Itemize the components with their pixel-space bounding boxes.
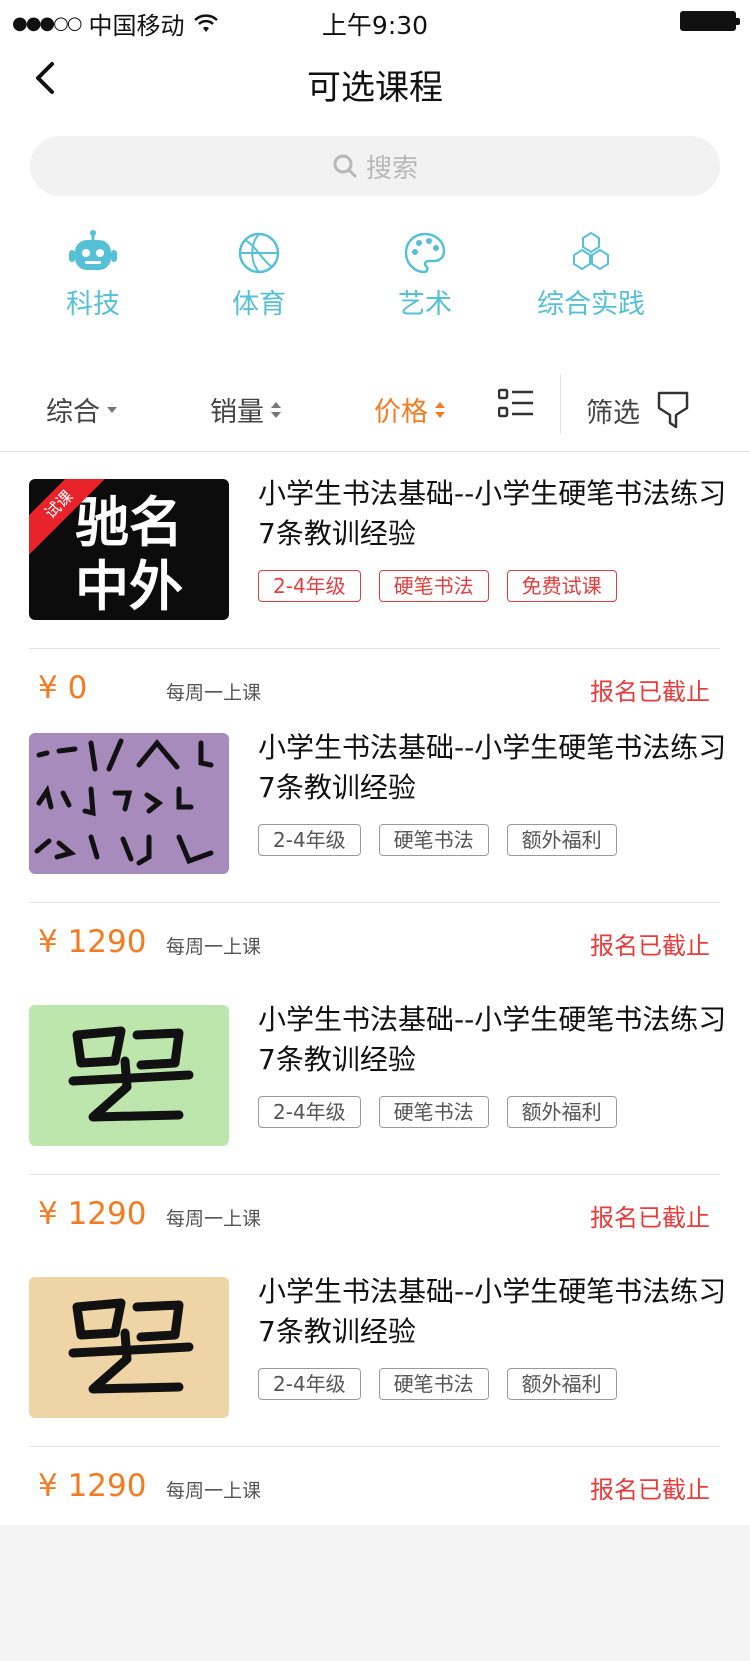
course-thumbnail — [29, 733, 229, 874]
tag: 硬笔书法 — [378, 570, 489, 602]
category-label: 综合实践 — [537, 289, 645, 320]
course-title: 小学生书法基础--小学生硬笔书法练习7条教训经验 — [258, 731, 727, 804]
calligraphy-character-image — [68, 1298, 194, 1394]
tag-list: 2-4年级 硬笔书法 免费试课 — [258, 570, 617, 602]
sort-arrows-icon — [271, 401, 281, 418]
thumb-text: 中外 — [75, 554, 183, 618]
category-practice[interactable]: 综合实践 — [516, 230, 666, 321]
course-title: 小学生书法基础--小学生硬笔书法练习7条教训经验 — [258, 1275, 727, 1348]
filter-button[interactable]: 筛选 — [586, 390, 690, 430]
tag: 2-4年级 — [258, 824, 361, 856]
tag: 免费试课 — [506, 570, 617, 602]
sort-arrows-icon — [435, 401, 445, 418]
tag: 额外福利 — [506, 1096, 617, 1128]
category-label: 体育 — [232, 289, 286, 320]
tag-list: 2-4年级 硬笔书法 额外福利 — [258, 824, 617, 856]
course-schedule: 每周一上课 — [166, 682, 262, 704]
course-card[interactable]: 小学生书法基础--小学生硬笔书法练习7条教训经验 2-4年级 硬笔书法 额外福利… — [0, 978, 750, 1253]
category-sports[interactable]: 体育 — [184, 230, 334, 321]
enrollment-status: 报名已截止 — [590, 932, 710, 960]
palette-icon — [404, 232, 446, 274]
course-price: ¥ 1290 — [38, 1196, 147, 1232]
basketball-icon — [238, 232, 280, 274]
course-card[interactable]: 驰名 中外 试课 小学生书法基础--小学生硬笔书法练习7条教训经验 2-4年级 … — [0, 452, 750, 727]
hexagon-cluster-icon — [573, 231, 609, 271]
tag: 硬笔书法 — [378, 1096, 489, 1128]
divider — [29, 902, 720, 903]
tag: 2-4年级 — [258, 1096, 361, 1128]
tag: 硬笔书法 — [378, 824, 489, 856]
course-price: ¥ 0 — [38, 670, 88, 706]
course-title: 小学生书法基础--小学生硬笔书法练习7条教训经验 — [258, 477, 727, 550]
course-schedule: 每周一上课 — [166, 1480, 262, 1502]
battery-icon — [680, 11, 740, 31]
course-schedule: 每周一上课 — [166, 1208, 262, 1230]
calligraphy-character-image — [68, 1026, 194, 1122]
course-thumbnail — [29, 1277, 229, 1418]
clock: 上午9:30 — [321, 11, 429, 40]
category-art[interactable]: 艺术 — [350, 230, 500, 321]
divider — [29, 1174, 720, 1175]
calligraphy-strokes-image — [34, 738, 214, 866]
tag: 2-4年级 — [258, 1368, 361, 1400]
enrollment-status: 报名已截止 — [590, 1476, 710, 1504]
course-thumbnail — [29, 1005, 229, 1146]
enrollment-status: 报名已截止 — [590, 678, 710, 706]
page-title: 可选课程 — [307, 68, 443, 108]
sort-filter-bar: 综合 销量 价格 筛选 — [0, 362, 750, 452]
course-card[interactable]: 小学生书法基础--小学生硬笔书法练习7条教训经验 2-4年级 硬笔书法 额外福利… — [0, 1250, 750, 1525]
course-schedule: 每周一上课 — [166, 936, 262, 958]
course-title: 小学生书法基础--小学生硬笔书法练习7条教训经验 — [258, 1003, 727, 1076]
status-bar: ●●●○○ 中国移动 上午9:30 — [0, 0, 750, 40]
sort-comprehensive[interactable]: 综合 — [46, 390, 118, 429]
category-label: 科技 — [66, 289, 120, 320]
search-section: 搜索 — [0, 122, 750, 212]
thumb-text: 驰名 — [75, 490, 183, 554]
tag: 额外福利 — [506, 1368, 617, 1400]
tag: 2-4年级 — [258, 570, 361, 602]
list-view-icon[interactable] — [498, 388, 534, 420]
funnel-icon — [657, 391, 689, 429]
enrollment-status: 报名已截止 — [590, 1204, 710, 1232]
nav-bar: 可选课程 — [0, 40, 750, 122]
category-row: 科技 体育 艺术 综合实践 — [0, 212, 750, 362]
divider — [560, 374, 561, 434]
course-card[interactable]: 小学生书法基础--小学生硬笔书法练习7条教训经验 2-4年级 硬笔书法 额外福利… — [0, 706, 750, 981]
robot-icon — [69, 230, 117, 270]
sort-comprehensive-label: 综合 — [46, 397, 100, 428]
tag: 额外福利 — [506, 824, 617, 856]
caret-down-icon — [107, 406, 117, 413]
search-placeholder: 搜索 — [365, 153, 418, 184]
tag: 硬笔书法 — [378, 1368, 489, 1400]
divider — [29, 1446, 720, 1447]
course-thumbnail: 驰名 中外 试课 — [29, 479, 229, 620]
category-tech[interactable]: 科技 — [18, 230, 168, 321]
sort-sales[interactable]: 销量 — [210, 390, 282, 429]
divider — [29, 648, 720, 649]
filter-label: 筛选 — [586, 397, 640, 429]
tag-list: 2-4年级 硬笔书法 额外福利 — [258, 1096, 617, 1128]
sort-sales-label: 销量 — [210, 397, 264, 428]
search-input[interactable]: 搜索 — [30, 136, 720, 196]
sort-price-label: 价格 — [374, 397, 428, 428]
category-label: 艺术 — [398, 289, 452, 320]
course-price: ¥ 1290 — [38, 924, 147, 960]
search-icon — [333, 154, 357, 178]
tag-list: 2-4年级 硬笔书法 额外福利 — [258, 1368, 617, 1400]
course-price: ¥ 1290 — [38, 1468, 147, 1504]
sort-price[interactable]: 价格 — [374, 390, 446, 429]
